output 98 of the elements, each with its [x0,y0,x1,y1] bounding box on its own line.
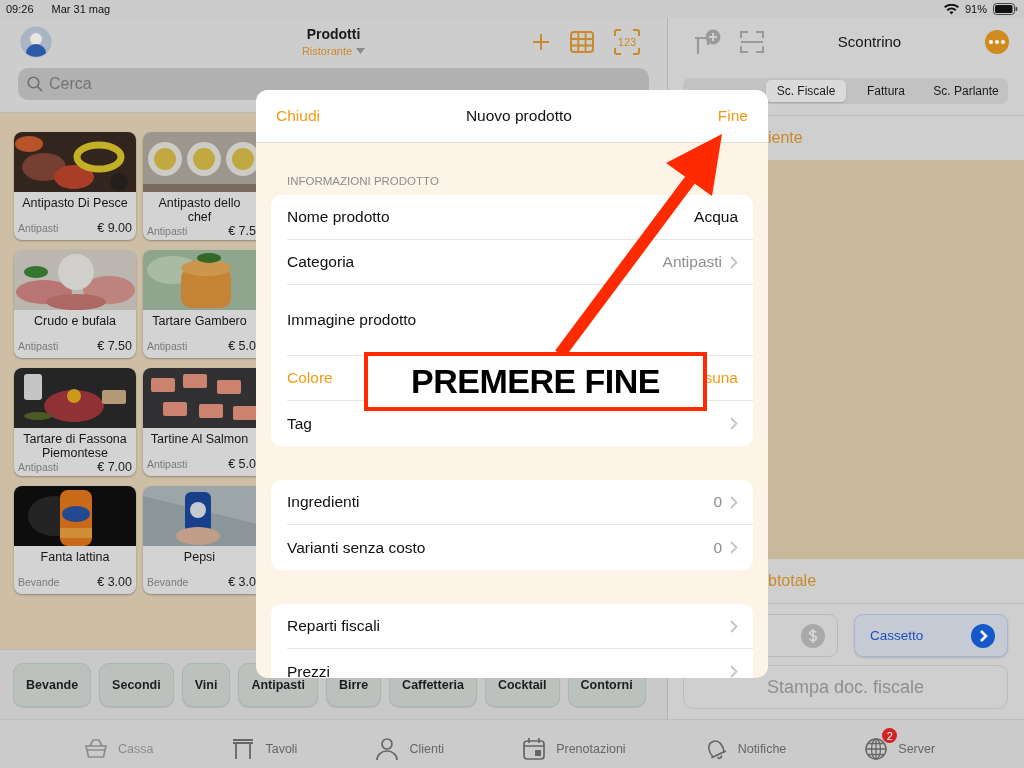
chevron-icon [730,417,738,430]
tab-bar-item[interactable]: Prenotazioni [522,727,626,761]
product-name: Tartare di Fassona Piemontese [22,431,128,460]
row-value: 0 [713,538,722,557]
product-price: € 7.50 [97,339,132,353]
product-card[interactable]: Tartine Al Salmon Antipasti € 5.0 [143,368,256,476]
row-label: Immagine prodotto [287,311,417,329]
product-price: € 5.0 [228,457,256,471]
status-time: 09:26 [6,3,34,15]
row-label: Nome prodotto [287,208,390,226]
battery-percent: 91% [964,3,987,15]
notification-badge: 2 [882,728,898,743]
row-value: Acqua [694,208,738,226]
product-card[interactable]: Tartare Gambero Antipasti € 5.0 [143,250,256,358]
screen-title: Prodotti [306,26,361,42]
form-row[interactable]: Reparti fiscali [287,604,753,649]
row-value: Antipasti [662,253,722,271]
product-category: Antipasti [18,222,59,234]
status-date: Mar 31 mag [51,3,111,15]
globe-icon [864,737,889,761]
row-label: Categoria [287,253,355,271]
row-label: Tag [287,414,312,433]
chevron-icon [730,619,738,633]
receipt-title: Scontrino [836,33,903,50]
tab-bar-item[interactable]: Tavoli [231,727,298,761]
product-card[interactable]: Antipasto dello chef Antipasti € 7.5 [143,132,256,240]
scan-button[interactable] [740,30,764,53]
product-category: Bevande [147,576,189,588]
battery-icon [993,3,1018,15]
product-price: € 7.5 [228,224,256,238]
basket-icon [84,737,108,761]
chevron-icon [730,495,738,509]
category-chip[interactable]: Vini [181,662,231,707]
document-type-tab[interactable]: Sc. Parlante [926,80,1006,102]
table-icon [231,737,256,761]
product-category: Antipasti [147,225,188,237]
person-icon [375,737,400,761]
product-card[interactable]: Antipasto Di Pesce Antipasti € 9.00 [14,132,136,240]
form-row[interactable]: Varianti senza costo 0 [287,525,753,570]
product-name: Pepsi [182,549,217,566]
dialog-title: Nuovo prodotto [465,107,572,125]
document-type-tab[interactable]: Fattura [846,80,926,102]
product-card[interactable]: Crudo e bufala Antipasti € 7.50 [14,250,136,358]
section-header: INFORMAZIONI PRODOTTO [286,174,440,189]
add-table-button[interactable] [694,28,722,55]
tab-bar-item[interactable]: Clienti [375,727,445,761]
form-row[interactable]: Categoria Antipasti [287,240,753,285]
table-view-button[interactable] [570,30,594,53]
document-type-tab[interactable]: Sc. Fiscale [766,80,846,102]
category-chip[interactable]: Secondi [99,662,174,707]
ellipsis-icon [989,39,1005,44]
calendar-icon [522,737,547,761]
category-chip[interactable]: Bevande [13,662,92,707]
row-label: Colore [287,369,333,387]
dollar-icon [801,623,825,648]
add-button[interactable] [532,32,550,51]
product-name: Tartare Gambero [151,313,248,330]
plus-icon [532,32,550,51]
product-name: Antipasto dello chef [157,195,242,224]
product-price: € 7.00 [97,460,132,474]
drawer-button[interactable]: Cassetto [854,614,1008,657]
product-card[interactable]: Pepsi Bevande € 3.0 [143,486,256,594]
product-category: Antipasti [147,458,188,470]
scan-frame-icon [740,30,764,53]
avatar-icon [20,25,52,58]
product-price: € 5.0 [228,339,256,353]
product-name: Tartine Al Salmon [149,431,250,448]
row-label: Varianti senza costo [287,538,426,557]
product-category: Antipasti [18,461,59,473]
product-price: € 9.00 [97,221,132,235]
product-category: Antipasti [147,340,188,352]
row-label: Reparti fiscali [287,617,381,635]
wifi-icon [943,3,959,15]
product-name: Crudo e bufala [33,313,117,330]
search-icon [27,76,43,92]
row-label: Ingredienti [287,493,360,511]
product-card[interactable]: Tartare di Fassona Piemontese Antipasti € 7.00 [14,368,136,476]
caret-icon [356,48,366,54]
form-row[interactable]: Ingredienti 0 [287,480,753,525]
product-category: Antipasti [18,340,59,352]
chevron-icon [730,255,738,269]
row-value: 0 [713,493,722,511]
product-name: Fanta lattina [39,549,111,566]
form-row[interactable]: Nome prodotto Acqua [287,195,753,240]
product-card[interactable]: Fanta lattina Bevande € 3.00 [14,486,136,594]
product-name: Antipasto Di Pesce [21,195,129,212]
chevron-icon [730,665,738,678]
chevron-icon [730,541,738,554]
table-add-icon [694,28,722,55]
product-price: € 3.0 [228,575,256,589]
tab-bar-item[interactable]: Notifiche [703,727,787,761]
product-price: € 3.00 [97,575,132,589]
grid-icon [570,30,594,53]
chevron-icon [971,623,995,648]
product-category: Bevande [18,576,60,588]
tab-bar-item[interactable]: 2 Server [864,727,936,761]
more-button[interactable] [985,29,1009,54]
instruction-tooltip: PREMERE FINE [364,352,707,411]
